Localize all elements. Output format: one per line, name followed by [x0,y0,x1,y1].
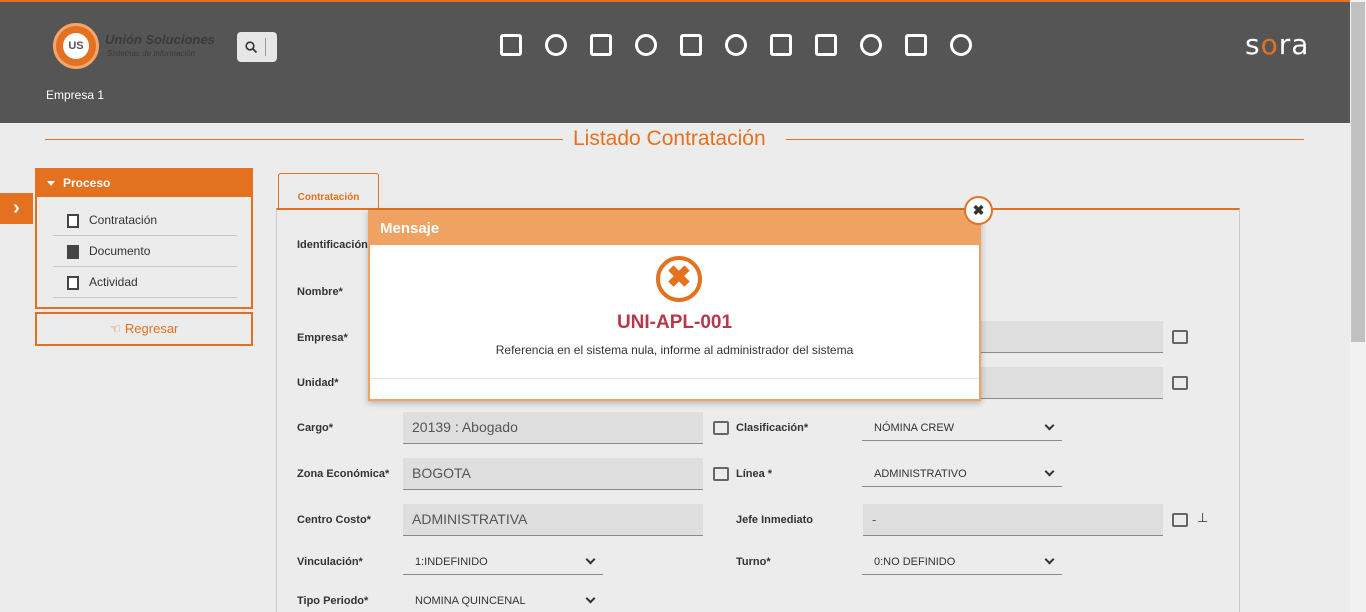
title-divider-right [786,139,1304,140]
centro-costo-field[interactable]: ADMINISTRATIVA [403,504,703,536]
medical-bag-icon[interactable] [893,30,938,60]
tipo-periodo-label: Tipo Periodo* [297,595,369,607]
vinculacion-value: 1:INDEFINIDO [415,556,488,568]
list-icon [67,214,79,228]
zona-economica-field[interactable]: BOGOTA [403,458,703,490]
tipo-periodo-value: NOMINA QUINCENAL [415,595,526,607]
sidebar-toggle-button[interactable]: › [0,193,33,224]
unidad-lookup-icon[interactable] [1172,376,1188,390]
company-logo[interactable]: US Unión Soluciones Sistemas de Informac… [53,23,223,69]
search-button[interactable] [237,32,277,62]
scrollbar-thumb[interactable] [1351,2,1365,342]
sidebar-item-label: Actividad [89,275,138,289]
dialog-close-button[interactable]: ✖ [964,196,993,225]
sidebar-item-contratacion[interactable]: Contratación [53,205,237,236]
jefe-inmediato-field[interactable]: - [863,504,1163,536]
chevron-down-icon [585,554,596,565]
unidad-label: Unidad* [297,377,339,389]
zona-economica-label: Zona Económica* [297,468,390,480]
org-chart-icon[interactable] [623,30,668,60]
linea-select[interactable]: ADMINISTRATIVO [862,461,1062,487]
nombre-label: Nombre* [297,286,343,298]
jefe-inmediato-label: Jefe Inmediato [736,514,814,526]
presentation-icon[interactable] [803,30,848,60]
search-separator [265,38,266,56]
jefe-lookup-icon[interactable] [1172,513,1188,527]
error-code: UNI-APL-001 [616,312,733,333]
error-circle-x-icon: ✖ [656,256,702,302]
chevron-down-icon [1044,554,1055,565]
title-divider-left [45,139,563,140]
document-edit-icon[interactable] [488,30,533,60]
linea-label: Línea * [736,468,773,480]
app-header: US Unión Soluciones Sistemas de Informac… [0,2,1350,123]
person-id-icon[interactable] [668,30,713,60]
linea-value: ADMINISTRATIVO [874,468,967,480]
clasificacion-value: NÓMINA CREW [874,422,955,434]
vinculacion-select[interactable]: 1:INDEFINIDO [403,549,603,575]
tab-contratacion[interactable]: Contratación [278,173,379,210]
clipboard-icon [67,276,79,290]
page-title: Listado Contratación [573,127,766,150]
back-button[interactable]: ☜ Regresar [35,312,253,346]
cargo-lookup-icon[interactable] [713,421,729,435]
gift-icon[interactable] [578,30,623,60]
logo-name: Unión Soluciones [105,32,215,47]
sidebar-item-label: Contratación [89,213,158,227]
empresa-lookup-icon[interactable] [1172,330,1188,344]
chevron-down-icon [1044,420,1055,431]
error-message: Referencia en el sistema nula, informe a… [495,343,854,357]
dialog-title: Mensaje [370,212,979,245]
clasificacion-select[interactable]: NÓMINA CREW [862,415,1062,441]
clear-person-icon[interactable]: ⊥ [1197,510,1208,526]
chevron-right-icon: › [13,197,20,219]
zona-lookup-icon[interactable] [713,467,729,481]
sidebar-item-label: Documento [89,244,151,258]
back-hand-icon: ☜ [109,321,125,336]
cargo-label: Cargo* [297,422,334,434]
tipo-periodo-select[interactable]: NOMINA QUINCENAL [403,588,603,612]
search-person-icon[interactable] [938,30,983,60]
turno-value: 0:NO DEFINIDO [874,556,956,568]
person-badge-icon[interactable] [533,30,578,60]
logo-emblem: US [53,23,99,69]
message-dialog: Mensaje ✖ UNI-APL-001 Referencia en el s… [368,210,981,401]
timer-icon[interactable] [713,30,758,60]
centro-costo-label: Centro Costo* [297,514,371,526]
turno-select[interactable]: 0:NO DEFINIDO [862,549,1062,575]
gears-icon[interactable] [848,30,893,60]
process-panel-header[interactable]: Proceso [37,170,251,197]
identificacion-label: Identificación [297,239,368,251]
clasificacion-label: Clasificación* [736,422,809,434]
caret-down-icon [47,181,55,187]
copy-icon [67,245,79,259]
sidebar-item-documento[interactable]: Documento [53,236,237,267]
module-nav [488,30,983,60]
process-panel-title: Proceso [63,176,111,190]
vinculacion-label: Vinculación* [297,556,363,568]
list-document-icon[interactable] [758,30,803,60]
empresa-label: Empresa* [297,332,348,344]
brand-logo: sora [1245,28,1310,61]
cargo-field[interactable]: 20139 : Abogado [403,412,703,444]
process-panel: Proceso Contratación Documento Actividad [35,168,253,309]
logo-mark: US [63,33,89,59]
search-icon [245,41,257,53]
chevron-down-icon [1044,466,1055,477]
chevron-down-icon [585,593,596,604]
sidebar-item-actividad[interactable]: Actividad [53,267,237,298]
back-button-label: Regresar [124,321,179,336]
dialog-footer-divider [370,378,979,379]
logo-subtitle: Sistemas de Información [107,49,196,58]
company-name: Empresa 1 [46,88,105,102]
turno-label: Turno* [736,556,771,568]
